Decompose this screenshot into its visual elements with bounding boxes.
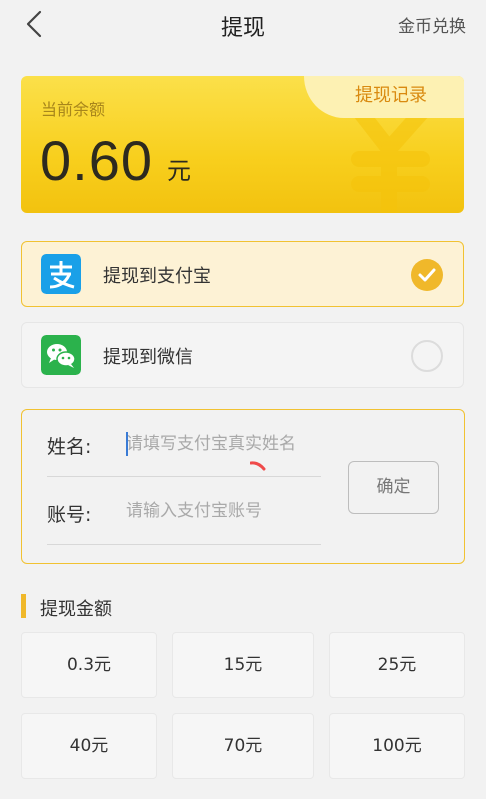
withdraw-record-button[interactable]: 提现记录 <box>304 76 464 118</box>
cursor-mark-icon <box>250 461 266 471</box>
amount-option[interactable]: 0.3元 <box>21 632 157 698</box>
name-label: 姓名: <box>47 436 92 458</box>
name-underline <box>47 476 321 477</box>
amount-option[interactable]: 70元 <box>172 713 314 779</box>
amount-option[interactable]: 25元 <box>329 632 465 698</box>
account-input[interactable] <box>126 496 320 526</box>
account-form: 姓名: 账号: 确定 <box>21 409 465 564</box>
pay-option-wechat[interactable]: 提现到微信 <box>21 322 464 388</box>
pay-option-label: 提现到支付宝 <box>103 266 211 287</box>
balance-unit: 元 <box>167 157 191 185</box>
account-label: 账号: <box>47 504 92 526</box>
amount-option[interactable]: 15元 <box>172 632 314 698</box>
pay-option-alipay[interactable]: 提现到支付宝 <box>21 241 464 307</box>
radio-unchecked-icon[interactable] <box>411 340 443 372</box>
pay-option-label: 提现到微信 <box>103 347 193 368</box>
confirm-button[interactable]: 确定 <box>348 461 439 514</box>
balance-card: 当前余额 0.60 元 提现记录 <box>21 76 464 213</box>
balance-value: 0.60 <box>40 129 153 192</box>
section-marker <box>21 594 26 618</box>
amount-option[interactable]: 100元 <box>329 713 465 779</box>
coin-exchange-link[interactable]: 金币兑换 <box>398 12 466 37</box>
alipay-icon <box>41 254 81 294</box>
amount-option[interactable]: 40元 <box>21 713 157 779</box>
header: 提现 金币兑换 <box>0 0 486 50</box>
text-caret <box>126 432 128 456</box>
name-input[interactable] <box>126 429 320 459</box>
balance-label: 当前余额 <box>41 100 106 119</box>
radio-checked-icon[interactable] <box>411 259 443 291</box>
wechat-icon <box>41 335 81 375</box>
amount-section-title: 提现金额 <box>40 599 112 620</box>
account-underline <box>47 544 321 545</box>
